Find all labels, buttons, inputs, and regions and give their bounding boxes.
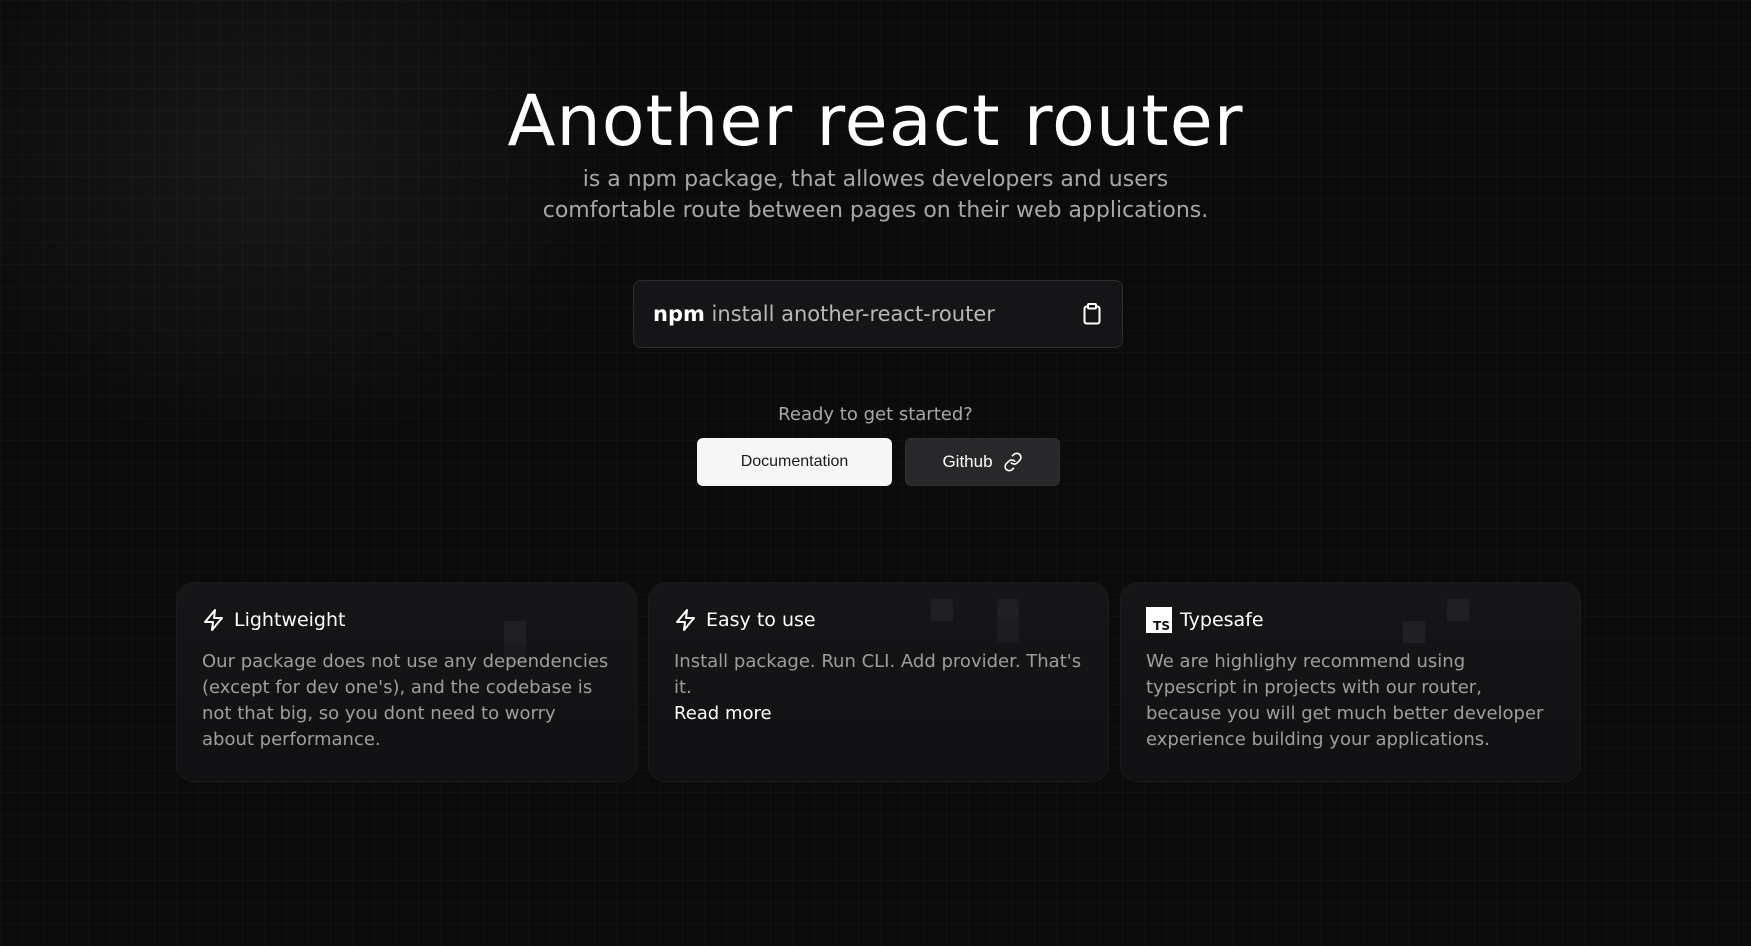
decorative-pixel <box>1403 621 1425 643</box>
lightning-icon <box>204 609 223 631</box>
link-icon <box>1003 452 1022 472</box>
feature-card-header: Easy to use <box>674 607 1083 633</box>
typescript-icon: TS <box>1146 607 1172 633</box>
page-subtitle: is a npm package, that allowes developer… <box>516 164 1236 226</box>
feature-card-typesafe: TS Typesafe We are highlighy recommend u… <box>1120 582 1581 782</box>
install-command-box: npm install another-react-router <box>633 280 1123 348</box>
documentation-button[interactable]: Documentation <box>697 438 892 486</box>
decorative-pixel <box>997 621 1019 643</box>
feature-title: Easy to use <box>706 609 816 631</box>
feature-title: Typesafe <box>1180 609 1264 631</box>
lightning-icon <box>676 609 695 631</box>
page-title: Another react router <box>507 80 1244 162</box>
feature-card-header: TS Typesafe <box>1146 607 1555 633</box>
feature-description-text: Install package. Run CLI. Add provider. … <box>674 651 1082 698</box>
cta-prompt: Ready to get started? <box>778 404 973 425</box>
decorative-pixel <box>997 599 1019 621</box>
subtitle-line-2: comfortable route between pages on their… <box>542 198 1209 223</box>
feature-cards: Lightweight Our package does not use any… <box>176 582 1581 782</box>
read-more-link[interactable]: Read more <box>674 701 1083 727</box>
hero-section: Another react router is a npm package, t… <box>0 78 1751 226</box>
cta-actions: Documentation Github <box>0 438 1751 486</box>
install-command-prefix: npm <box>653 302 705 326</box>
decorative-pixel <box>504 621 526 643</box>
feature-description: Install package. Run CLI. Add provider. … <box>674 649 1083 727</box>
clipboard-icon <box>1083 303 1101 325</box>
github-button[interactable]: Github <box>905 438 1060 486</box>
documentation-button-label: Documentation <box>740 453 849 470</box>
feature-title: Lightweight <box>234 609 346 631</box>
github-button-label: Github <box>942 452 993 471</box>
feature-card-lightweight: Lightweight Our package does not use any… <box>176 582 637 782</box>
install-command[interactable]: npm install another-react-router <box>653 302 1081 326</box>
feature-card-header: Lightweight <box>202 607 611 633</box>
decorative-pixel <box>931 599 953 621</box>
feature-card-easy-to-use: Easy to use Install package. Run CLI. Ad… <box>648 582 1109 782</box>
copy-button[interactable] <box>1081 302 1103 326</box>
install-command-text: install another-react-router <box>704 302 995 326</box>
subtitle-line-1: is a npm package, that allowes developer… <box>582 167 1169 192</box>
feature-description: Our package does not use any dependencie… <box>202 651 609 750</box>
decorative-pixel <box>504 643 526 665</box>
decorative-pixel <box>1447 599 1469 621</box>
landing-page: Another react router is a npm package, t… <box>0 0 1751 946</box>
feature-description: We are highlighy recommend using typescr… <box>1146 651 1544 750</box>
